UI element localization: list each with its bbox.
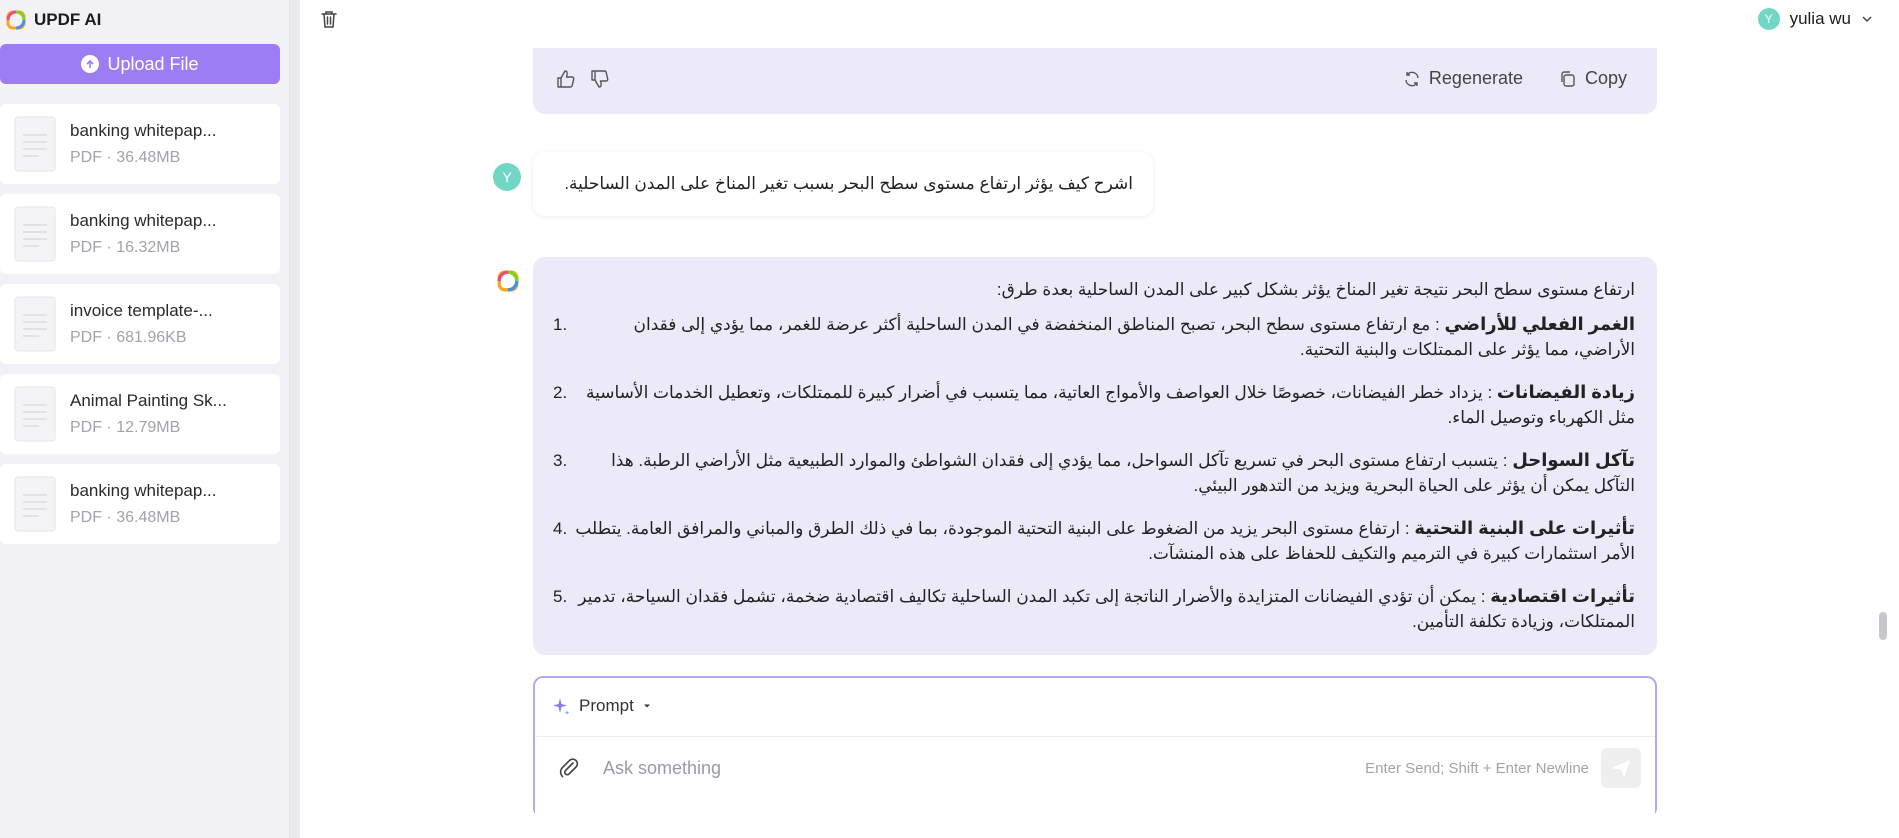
list-item-title: زيادة الفيضانات	[1496, 382, 1635, 402]
file-list: banking whitepap... PDF · 36.48MB bankin…	[0, 104, 280, 554]
list-number: 3.	[553, 451, 568, 470]
updf-logo-icon	[6, 10, 26, 30]
file-name: banking whitepap...	[70, 211, 217, 230]
document-icon	[14, 296, 56, 352]
chat-panel: Y yulia wu Regenerate Copy Y اشرح كيف يؤ…	[300, 0, 1899, 838]
document-icon	[14, 116, 56, 172]
list-item: 2. زيادة الفيضانات : يزداد خطر الفيضانات…	[553, 380, 1635, 430]
send-button[interactable]	[1601, 748, 1641, 788]
copy-icon	[1561, 70, 1575, 87]
updf-ai-logo-icon	[497, 270, 519, 292]
upload-arrow-icon	[81, 55, 100, 73]
file-item[interactable]: invoice template-... PDF · 681.96KB	[0, 284, 280, 364]
list-item-title: تآكل السواحل	[1512, 450, 1635, 470]
ai-answer: ارتفاع مستوى سطح البحر نتيجة تغير المناخ…	[533, 257, 1657, 655]
upload-file-label: Upload File	[107, 53, 199, 74]
divider	[535, 736, 1655, 737]
user-message: اشرح كيف يؤثر ارتفاع مستوى سطح البحر بسب…	[533, 152, 1153, 216]
user-menu[interactable]: Y yulia wu	[1757, 8, 1873, 30]
list-item-text: : يتسبب ارتفاع مستوى البحر في تسريع تآكل…	[611, 451, 1635, 495]
ai-answer-list: 1. الغمر الفعلي للأراضي : مع ارتفاع مستو…	[553, 312, 1635, 634]
ai-answer-intro: ارتفاع مستوى سطح البحر نتيجة تغير المناخ…	[996, 280, 1635, 299]
copy-button[interactable]: Copy	[1559, 68, 1627, 89]
file-meta: PDF · 12.79MB	[70, 419, 181, 436]
previous-answer-actions: Regenerate Copy	[533, 48, 1657, 114]
paperclip-icon[interactable]	[557, 756, 581, 780]
file-item[interactable]: banking whitepap... PDF · 36.48MB	[0, 464, 280, 544]
avatar: Y	[1757, 8, 1780, 30]
list-item: 4. تأثيرات على البنية التحتية : ارتفاع م…	[553, 516, 1635, 566]
prompt-dropdown[interactable]: Prompt	[551, 696, 652, 716]
copy-label: Copy	[1584, 68, 1627, 88]
file-name: invoice template-...	[70, 301, 213, 320]
sidebar: UPDF AI Upload File banking whitepap... …	[0, 0, 290, 838]
list-item-title: تأثيرات على البنية التحتية	[1414, 518, 1635, 538]
trash-icon[interactable]	[318, 8, 340, 30]
user-name: yulia wu	[1789, 9, 1851, 28]
prompt-label: Prompt	[579, 696, 634, 715]
file-meta: PDF · 16.32MB	[70, 239, 181, 256]
composer: Prompt Enter Send; Shift + Enter Newline	[533, 676, 1657, 818]
list-item-title: تأثيرات اقتصادية	[1490, 586, 1635, 606]
file-item[interactable]: banking whitepap... PDF · 16.32MB	[0, 194, 280, 274]
file-meta: PDF · 36.48MB	[70, 509, 181, 526]
document-icon	[14, 386, 56, 442]
app-name: UPDF AI	[34, 10, 102, 29]
file-meta: PDF · 36.48MB	[70, 149, 181, 166]
refresh-icon	[1405, 71, 1419, 86]
document-icon	[14, 206, 56, 262]
list-item: 1. الغمر الفعلي للأراضي : مع ارتفاع مستو…	[553, 312, 1635, 362]
regenerate-button[interactable]: Regenerate	[1403, 68, 1523, 89]
file-name: banking whitepap...	[70, 121, 217, 140]
brand: UPDF AI	[6, 8, 101, 32]
file-name: banking whitepap...	[70, 481, 217, 500]
caret-down-icon	[643, 704, 650, 708]
top-bar: Y yulia wu	[300, 0, 1899, 40]
list-item-title: الغمر الفعلي للأراضي	[1444, 314, 1635, 334]
input-area: Enter Send; Shift + Enter Newline	[535, 738, 1655, 818]
sidebar-resize-handle[interactable]	[290, 0, 300, 838]
list-item-text: : يمكن أن تؤدي الفيضانات المتزايدة والأض…	[578, 587, 1635, 631]
list-number: 5.	[553, 587, 568, 606]
thumbs-down-icon[interactable]	[589, 68, 611, 90]
list-number: 2.	[553, 383, 568, 402]
file-meta: PDF · 681.96KB	[70, 329, 187, 346]
sparkle-icon	[553, 698, 570, 715]
ask-input[interactable]	[603, 750, 1303, 786]
upload-file-button[interactable]: Upload File	[0, 44, 280, 84]
send-hint: Enter Send; Shift + Enter Newline	[1365, 760, 1589, 777]
file-item[interactable]: banking whitepap... PDF · 36.48MB	[0, 104, 280, 184]
list-item: 5. تأثيرات اقتصادية : يمكن أن تؤدي الفيض…	[553, 584, 1635, 634]
document-icon	[14, 476, 56, 532]
scrollbar-thumb[interactable]	[1879, 612, 1887, 640]
list-number: 1.	[553, 315, 568, 334]
chevron-down-icon	[1862, 16, 1872, 23]
send-icon	[1612, 760, 1630, 777]
file-name: Animal Painting Sk...	[70, 391, 227, 410]
regenerate-label: Regenerate	[1428, 68, 1523, 88]
avatar: Y	[493, 163, 521, 191]
list-item: 3. تآكل السواحل : يتسبب ارتفاع مستوى الب…	[553, 448, 1635, 498]
list-number: 4.	[553, 519, 568, 538]
thumbs-up-icon[interactable]	[555, 68, 577, 90]
file-item[interactable]: Animal Painting Sk... PDF · 12.79MB	[0, 374, 280, 454]
list-item-text: : يزداد خطر الفيضانات، خصوصًا خلال العوا…	[585, 383, 1635, 427]
